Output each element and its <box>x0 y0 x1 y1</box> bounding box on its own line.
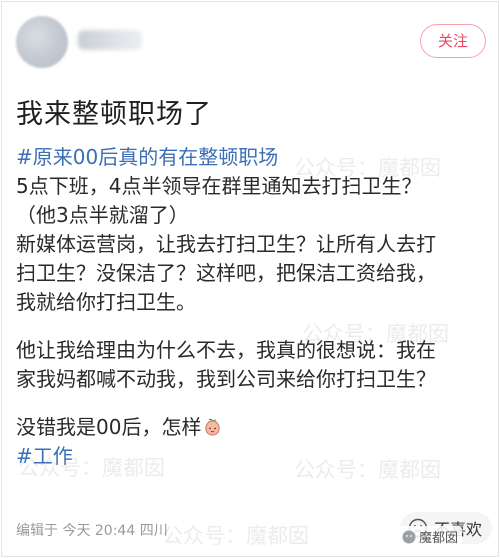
body-line: 家我妈都喊不动我，我到公司来给你打扫卫生？ <box>16 367 436 391</box>
post-card: 关注 我来整顿职场了 #原来00后真的有在整顿职场 5点下班，4点半领导在群里通… <box>1 1 499 557</box>
post-title: 我来整顿职场了 <box>16 99 212 130</box>
watermark-badge-text: 魔都囡 <box>419 531 459 546</box>
body-line: 新媒体运营岗，让我去打扫卫生？让所有人去打 <box>16 232 436 256</box>
follow-button[interactable]: 关注 <box>420 24 486 58</box>
hashtag-link[interactable]: #工作 <box>16 442 488 471</box>
hashtag-link[interactable]: #原来00后真的有在整顿职场 <box>16 143 488 172</box>
post-body: #原来00后真的有在整顿职场 5点下班，4点半领导在群里通知去打扫卫生？ （他3… <box>16 143 488 471</box>
wechat-icon <box>402 530 416 543</box>
author-name-blurred[interactable] <box>78 30 142 50</box>
body-line: 他让我给理由为什么不去，我真的很想说：我在 <box>16 338 436 362</box>
body-line: 扫卫生？没保洁了？这样吧，把保洁工资给我， <box>16 261 436 285</box>
watermark-badge: 魔都囡 <box>398 526 463 547</box>
body-line: 5点下班，4点半领导在群里通知去打扫卫生？ <box>16 174 422 198</box>
watermark-text: 公众号：魔都囡 <box>162 524 309 548</box>
body-line: （他3点半就溜了） <box>16 203 189 227</box>
body-line: 我就给你打扫卫生。 <box>16 290 196 314</box>
edit-timestamp: 编辑于 今天 20:44 四川 <box>16 523 168 539</box>
avatar[interactable] <box>16 16 68 68</box>
body-line-text: 没错我是00后，怎样 <box>16 415 202 439</box>
body-line-with-emoji: 没错我是00后，怎样 <box>16 413 488 442</box>
peach-face-emoji-icon <box>205 418 221 436</box>
post-header: 关注 <box>2 2 498 82</box>
